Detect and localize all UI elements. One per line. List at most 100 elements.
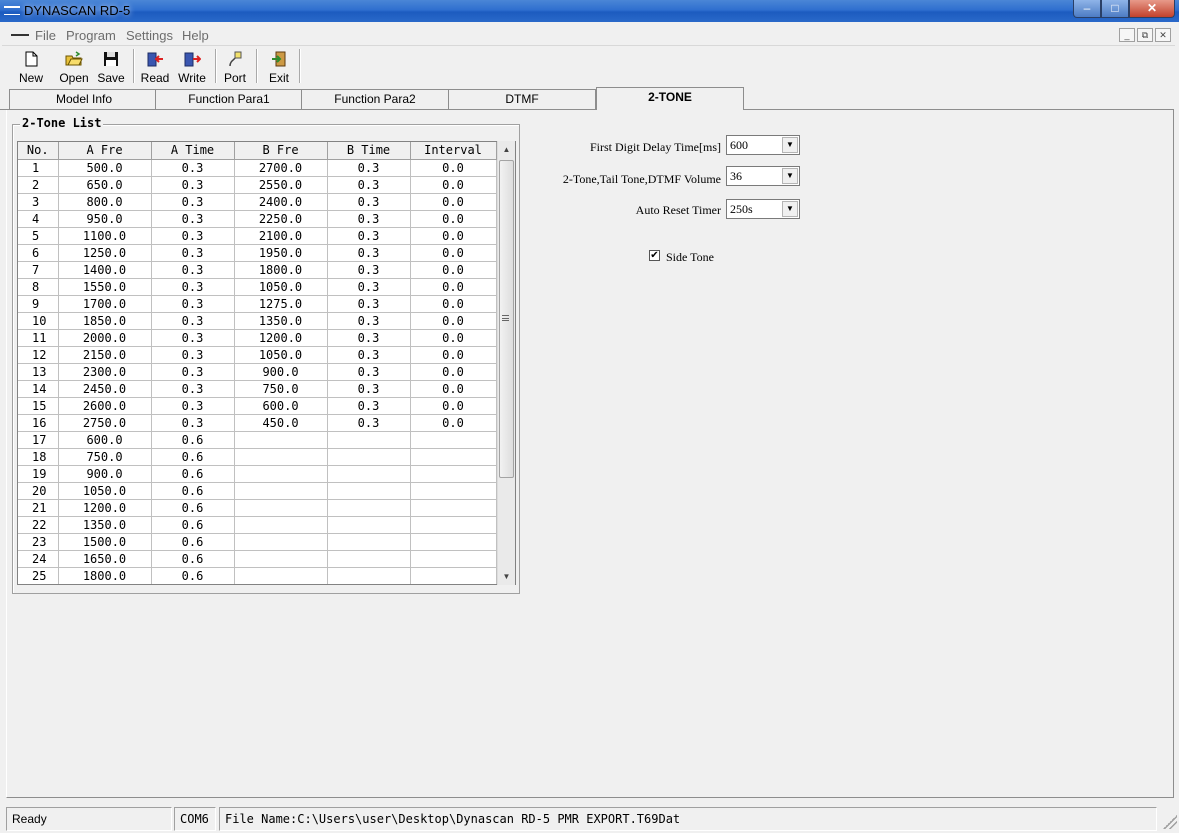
table-row[interactable]: 8 1550.0 0.3 1050.0 0.3 0.0 [18, 278, 497, 296]
table-cell[interactable]: 0.3 [327, 414, 411, 432]
table-cell[interactable]: 13 [18, 363, 59, 381]
table-cell[interactable]: 0.3 [327, 210, 411, 228]
table-row[interactable]: 3 800.0 0.3 2400.0 0.3 0.0 [18, 193, 497, 211]
table-cell[interactable]: 17 [18, 431, 59, 449]
table-cell[interactable] [327, 448, 411, 466]
table-cell[interactable]: 0.3 [151, 363, 235, 381]
table-cell[interactable]: 900.0 [234, 363, 328, 381]
table-cell[interactable]: 9 [18, 295, 59, 313]
table-cell[interactable]: 0.0 [410, 363, 497, 381]
table-cell[interactable]: 900.0 [58, 465, 152, 483]
table-cell[interactable]: 0.6 [151, 499, 235, 517]
table-cell[interactable] [327, 567, 411, 584]
table-cell[interactable]: 1350.0 [58, 516, 152, 534]
table-cell[interactable]: 6 [18, 244, 59, 262]
table-cell[interactable]: 0.6 [151, 465, 235, 483]
table-cell[interactable]: 800.0 [58, 193, 152, 211]
table-cell[interactable]: 0.6 [151, 431, 235, 449]
write-button[interactable]: Write [175, 48, 209, 85]
table-row[interactable]: 16 2750.0 0.3 450.0 0.3 0.0 [18, 414, 497, 432]
grid-vertical-scrollbar[interactable]: ▲ ▼ [497, 141, 515, 585]
table-cell[interactable] [327, 431, 411, 449]
side-tone-checkbox[interactable]: ✔ [649, 250, 660, 261]
table-cell[interactable] [327, 465, 411, 483]
table-cell[interactable]: 0.3 [151, 397, 235, 415]
menu-program[interactable]: Program [66, 28, 116, 43]
table-row[interactable]: 1 500.0 0.3 2700.0 0.3 0.0 [18, 159, 497, 177]
chevron-down-icon[interactable]: ▼ [782, 201, 798, 217]
table-cell[interactable]: 2400.0 [234, 193, 328, 211]
table-row[interactable]: 9 1700.0 0.3 1275.0 0.3 0.0 [18, 295, 497, 313]
table-cell[interactable]: 0.0 [410, 380, 497, 398]
column-header[interactable]: No. [18, 142, 59, 160]
table-cell[interactable]: 0.0 [410, 159, 497, 177]
table-cell[interactable]: 0.0 [410, 193, 497, 211]
chevron-down-icon[interactable]: ▼ [782, 168, 798, 184]
table-cell[interactable]: 0.0 [410, 176, 497, 194]
table-cell[interactable] [234, 567, 328, 584]
table-cell[interactable]: 2250.0 [234, 210, 328, 228]
table-cell[interactable] [234, 550, 328, 568]
table-cell[interactable]: 1650.0 [58, 550, 152, 568]
table-cell[interactable]: 2000.0 [58, 329, 152, 347]
table-row[interactable]: 18 750.0 0.6 [18, 448, 497, 466]
table-cell[interactable]: 1050.0 [234, 346, 328, 364]
table-cell[interactable]: 0.3 [151, 261, 235, 279]
tab-dtmf[interactable]: DTMF [448, 89, 596, 109]
two-tone-grid[interactable]: No. A Fre A Time B Fre B Time Interval 1 500.0… [17, 141, 516, 585]
table-cell[interactable]: 0.0 [410, 312, 497, 330]
minimize-button[interactable]: – [1073, 0, 1101, 18]
scroll-down-arrow-icon[interactable]: ▼ [498, 568, 515, 585]
table-cell[interactable]: 0.3 [151, 295, 235, 313]
table-cell[interactable]: 1800.0 [234, 261, 328, 279]
table-cell[interactable]: 500.0 [58, 159, 152, 177]
maximize-button[interactable]: □ [1101, 0, 1129, 18]
column-header[interactable]: B Time [327, 142, 411, 160]
table-row[interactable]: 2 650.0 0.3 2550.0 0.3 0.0 [18, 176, 497, 194]
table-cell[interactable]: 20 [18, 482, 59, 500]
table-cell[interactable]: 22 [18, 516, 59, 534]
tab-function-para1[interactable]: Function Para1 [155, 89, 303, 109]
table-cell[interactable]: 0.0 [410, 414, 497, 432]
table-cell[interactable]: 0.3 [327, 193, 411, 211]
table-cell[interactable]: 1 [18, 159, 59, 177]
table-cell[interactable]: 0.3 [327, 227, 411, 245]
table-row[interactable]: 22 1350.0 0.6 [18, 516, 497, 534]
table-cell[interactable]: 0.3 [327, 176, 411, 194]
table-cell[interactable]: 1050.0 [58, 482, 152, 500]
title-bar[interactable]: DYNASCAN RD-5 – □ ✕ [0, 0, 1179, 22]
table-cell[interactable]: 750.0 [234, 380, 328, 398]
open-button[interactable]: Open [57, 48, 91, 85]
column-header[interactable]: A Fre [58, 142, 152, 160]
table-cell[interactable]: 0.3 [327, 278, 411, 296]
table-cell[interactable]: 23 [18, 533, 59, 551]
table-row[interactable]: 25 1800.0 0.6 [18, 567, 497, 584]
table-cell[interactable] [234, 465, 328, 483]
read-button[interactable]: Read [139, 48, 171, 85]
table-cell[interactable] [410, 533, 497, 551]
table-cell[interactable] [327, 482, 411, 500]
chevron-down-icon[interactable]: ▼ [782, 137, 798, 153]
table-cell[interactable]: 0.0 [410, 227, 497, 245]
tab-function-para2[interactable]: Function Para2 [301, 89, 449, 109]
table-cell[interactable]: 0.3 [151, 414, 235, 432]
table-cell[interactable]: 12 [18, 346, 59, 364]
table-cell[interactable] [410, 567, 497, 584]
table-cell[interactable]: 0.0 [410, 295, 497, 313]
table-cell[interactable]: 0.0 [410, 329, 497, 347]
child-close-button[interactable]: ✕ [1155, 28, 1171, 42]
document-system-icon[interactable] [11, 34, 29, 38]
table-cell[interactable]: 3 [18, 193, 59, 211]
table-cell[interactable]: 2 [18, 176, 59, 194]
table-cell[interactable]: 8 [18, 278, 59, 296]
table-row[interactable]: 13 2300.0 0.3 900.0 0.3 0.0 [18, 363, 497, 381]
auto-reset-timer-select[interactable]: 250s ▼ [726, 199, 800, 219]
table-cell[interactable]: 0.3 [151, 227, 235, 245]
table-cell[interactable]: 750.0 [58, 448, 152, 466]
table-cell[interactable] [234, 482, 328, 500]
table-cell[interactable]: 1350.0 [234, 312, 328, 330]
table-row[interactable]: 14 2450.0 0.3 750.0 0.3 0.0 [18, 380, 497, 398]
child-minimize-button[interactable]: _ [1119, 28, 1135, 42]
menu-settings[interactable]: Settings [126, 28, 173, 43]
table-row[interactable]: 6 1250.0 0.3 1950.0 0.3 0.0 [18, 244, 497, 262]
